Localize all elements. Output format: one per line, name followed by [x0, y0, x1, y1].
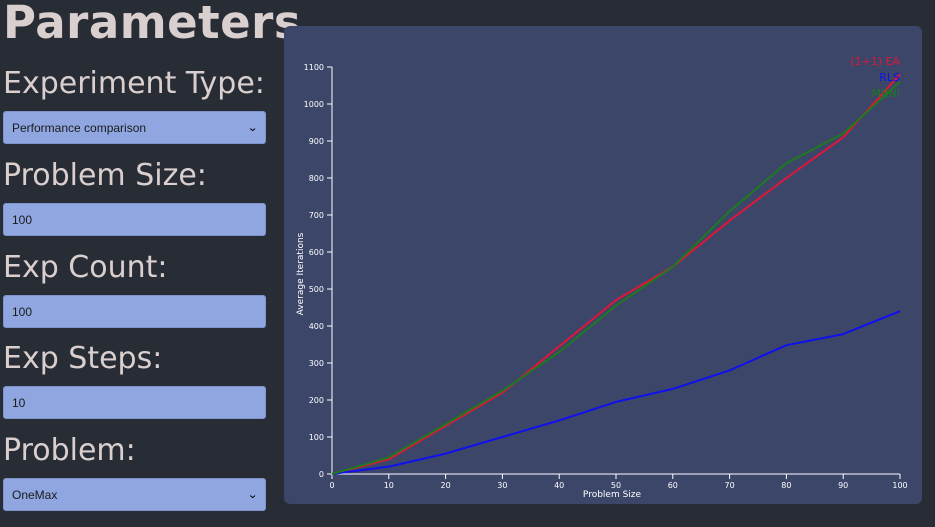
chart-card: Problem Size Average Iterations 0 10 20 30 4… [284, 26, 922, 504]
x-tick-label: 0 [329, 481, 334, 490]
x-tick-label: 30 [497, 481, 507, 490]
x-tick-label: 100 [892, 481, 907, 490]
problem-select[interactable]: OneMax ⌄ [3, 478, 266, 511]
x-tick-label: 70 [725, 481, 735, 490]
y-tick-label: 600 [309, 248, 324, 257]
parameters-sidebar: Parameters Experiment Type: Performance … [0, 0, 301, 527]
legend-entry: MBNI [871, 87, 900, 100]
legend-entry: (1+1) EA [850, 55, 900, 68]
problem-size-input[interactable]: 100 [3, 203, 266, 236]
y-tick-label: 900 [309, 137, 324, 146]
y-tick-label: 300 [309, 359, 324, 368]
y-tick-label: 200 [309, 396, 324, 405]
problem-size-value: 100 [12, 212, 33, 227]
series-line-mbni [331, 81, 901, 475]
y-tick-label: 700 [309, 211, 324, 220]
x-tick-label: 90 [838, 481, 848, 490]
exp-steps-value: 10 [12, 395, 26, 410]
exp-count-input[interactable]: 100 [3, 295, 266, 328]
exp-steps-input[interactable]: 10 [3, 386, 266, 419]
exp-steps-label: Exp Steps: [3, 341, 163, 376]
x-tick-label: 20 [441, 481, 451, 490]
x-tick-label: 10 [384, 481, 394, 490]
legend-entry: RLS [879, 71, 900, 84]
y-tick-label: 800 [309, 174, 324, 183]
y-tick-label: 1000 [304, 100, 324, 109]
y-tick-label: 400 [309, 322, 324, 331]
chevron-down-icon: ⌄ [246, 489, 258, 501]
x-tick-label: 50 [611, 481, 621, 490]
experiment-type-select[interactable]: Performance comparison ⌄ [3, 111, 266, 144]
y-tick-label: 500 [309, 285, 324, 294]
x-tick-label: 40 [554, 481, 564, 490]
exp-count-value: 100 [12, 304, 33, 319]
series-line-rls [331, 310, 901, 475]
y-tick-label: 0 [319, 470, 324, 479]
page-title: Parameters [3, 0, 302, 49]
y-tick-label: 100 [309, 433, 324, 442]
x-tick-label: 80 [781, 481, 791, 490]
series-line-1-1-ea [331, 73, 901, 475]
exp-count-label: Exp Count: [3, 250, 168, 285]
problem-size-label: Problem Size: [3, 158, 207, 193]
line-chart: Problem Size Average Iterations 0 10 20 30 4… [296, 55, 908, 500]
y-tick-label: 1100 [304, 63, 324, 72]
y-axis-title: Average Iterations [296, 232, 306, 315]
x-tick-label: 60 [668, 481, 678, 490]
x-axis-title: Problem Size [583, 490, 642, 500]
experiment-type-value: Performance comparison [12, 120, 147, 135]
chevron-down-icon: ⌄ [246, 122, 258, 134]
problem-value: OneMax [12, 487, 58, 502]
problem-label: Problem: [3, 433, 136, 468]
experiment-type-label: Experiment Type: [3, 66, 265, 101]
